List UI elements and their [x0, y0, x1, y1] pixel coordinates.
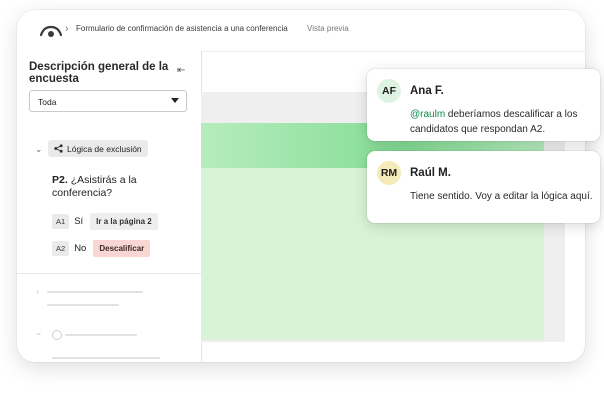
answer-text: Sí — [74, 216, 84, 227]
comment-card[interactable]: RM Raúl M. Tiene sentido. Voy a editar l… — [367, 151, 600, 223]
placeholder-line — [47, 304, 119, 306]
avatar-initials: AF — [382, 85, 396, 97]
logic-group-label: Lógica de exclusión — [67, 143, 142, 154]
question-text: P2. ¿Asistirás a la conferencia? — [52, 174, 192, 200]
collapse-sidebar-icon[interactable]: ⇤ — [177, 65, 185, 76]
answer-text: No — [74, 243, 87, 254]
comment-body: @raulm deberíamos descalificar a los can… — [410, 107, 593, 137]
logic-group-badge[interactable]: Lógica de exclusión — [48, 140, 148, 157]
sidebar-divider — [17, 273, 201, 274]
breadcrumb-survey-title[interactable]: Formulario de confirmación de asistencia… — [76, 24, 288, 33]
placeholder-line — [52, 357, 160, 359]
branch-logic-icon — [54, 144, 63, 153]
placeholder-line — [47, 291, 143, 293]
preview-link[interactable]: Vista previa — [307, 24, 349, 33]
caret-down-icon — [171, 98, 179, 103]
avatar-initials: RM — [380, 167, 398, 179]
help-circle-icon — [52, 330, 62, 340]
survey-overview-sidebar: Descripción general de la encuesta ⇤ Tod… — [17, 51, 202, 362]
placeholder-chevron-icon: ⌄ — [35, 327, 43, 337]
sidebar-title: Descripción general de la encuesta — [29, 61, 169, 85]
placeholder-line — [65, 334, 137, 336]
placeholder-chevron-icon: › — [36, 286, 39, 296]
comment-author: Ana F. — [410, 85, 444, 97]
comment-text: Tiene sentido. Voy a editar la lógica aq… — [410, 191, 593, 202]
answer-code: A2 — [52, 241, 70, 256]
filter-select[interactable]: Toda — [29, 90, 187, 112]
question-number: P2. — [52, 174, 68, 186]
avatar: AF — [377, 79, 401, 103]
logo-icon[interactable] — [40, 23, 62, 39]
user-mention[interactable]: @raulm — [410, 109, 445, 120]
filter-select-value: Toda — [38, 97, 57, 107]
top-bar: › Formulario de confirmación de asistenc… — [17, 10, 585, 52]
chevron-down-icon[interactable]: ⌄ — [35, 144, 43, 155]
answer-action-skip[interactable]: Ir a la página 2 — [90, 213, 158, 230]
answer-code: A1 — [52, 214, 70, 229]
answer-row: A2 No Descalificar — [52, 240, 151, 257]
avatar: RM — [377, 161, 401, 185]
answer-row: A1 Sí Ir a la página 2 — [52, 213, 158, 230]
comment-body: Tiene sentido. Voy a editar la lógica aq… — [410, 189, 593, 204]
breadcrumb-chevron-icon: › — [65, 23, 69, 35]
answer-action-disqualify[interactable]: Descalificar — [93, 240, 151, 257]
comment-card[interactable]: AF Ana F. @raulm deberíamos descalificar… — [367, 69, 600, 141]
comment-author: Raúl M. — [410, 167, 451, 179]
